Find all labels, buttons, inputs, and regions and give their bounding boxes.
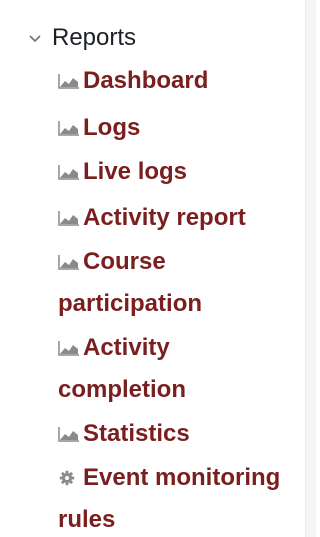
nav-item-event-monitoring-rules[interactable]: Event monitoring xyxy=(58,456,298,499)
report-chart-icon xyxy=(58,426,80,442)
nav-item-event-monitoring-rules-line2[interactable]: rules xyxy=(58,498,115,537)
reports-section-toggle[interactable]: Reports xyxy=(28,22,136,54)
nav-item-statistics[interactable]: Statistics xyxy=(58,412,298,455)
reports-section-title: Reports xyxy=(52,24,137,51)
nav-item-dashboard[interactable]: Dashboard xyxy=(58,59,298,102)
nav-item-label: Logs xyxy=(83,114,141,141)
nav-item-label: Event monitoring xyxy=(83,464,281,491)
report-chart-icon xyxy=(58,73,80,89)
report-chart-icon xyxy=(58,120,80,136)
nav-item-logs[interactable]: Logs xyxy=(58,106,298,149)
report-chart-icon xyxy=(58,210,80,226)
nav-item-label: Dashboard xyxy=(83,67,209,94)
report-chart-icon xyxy=(58,340,80,356)
nav-item-course-participation-line2[interactable]: participation xyxy=(58,282,202,325)
nav-item-label: Activity xyxy=(83,334,170,361)
nav-item-label: Statistics xyxy=(83,420,190,447)
nav-item-activity-report[interactable]: Activity report xyxy=(58,196,298,239)
chevron-down-icon xyxy=(28,31,42,45)
panel-edge xyxy=(305,0,316,537)
report-chart-icon xyxy=(58,254,80,270)
nav-item-label: Course xyxy=(83,248,166,275)
report-chart-icon xyxy=(58,164,80,180)
nav-item-label: Activity report xyxy=(83,204,246,231)
nav-item-activity-completion-line2[interactable]: completion xyxy=(58,368,186,411)
nav-item-live-logs[interactable]: Live logs xyxy=(58,150,298,193)
gear-icon xyxy=(58,470,80,486)
nav-item-label: Live logs xyxy=(83,158,188,185)
nav-item-course-participation[interactable]: Course xyxy=(58,240,298,283)
nav-item-activity-completion[interactable]: Activity xyxy=(58,326,298,369)
